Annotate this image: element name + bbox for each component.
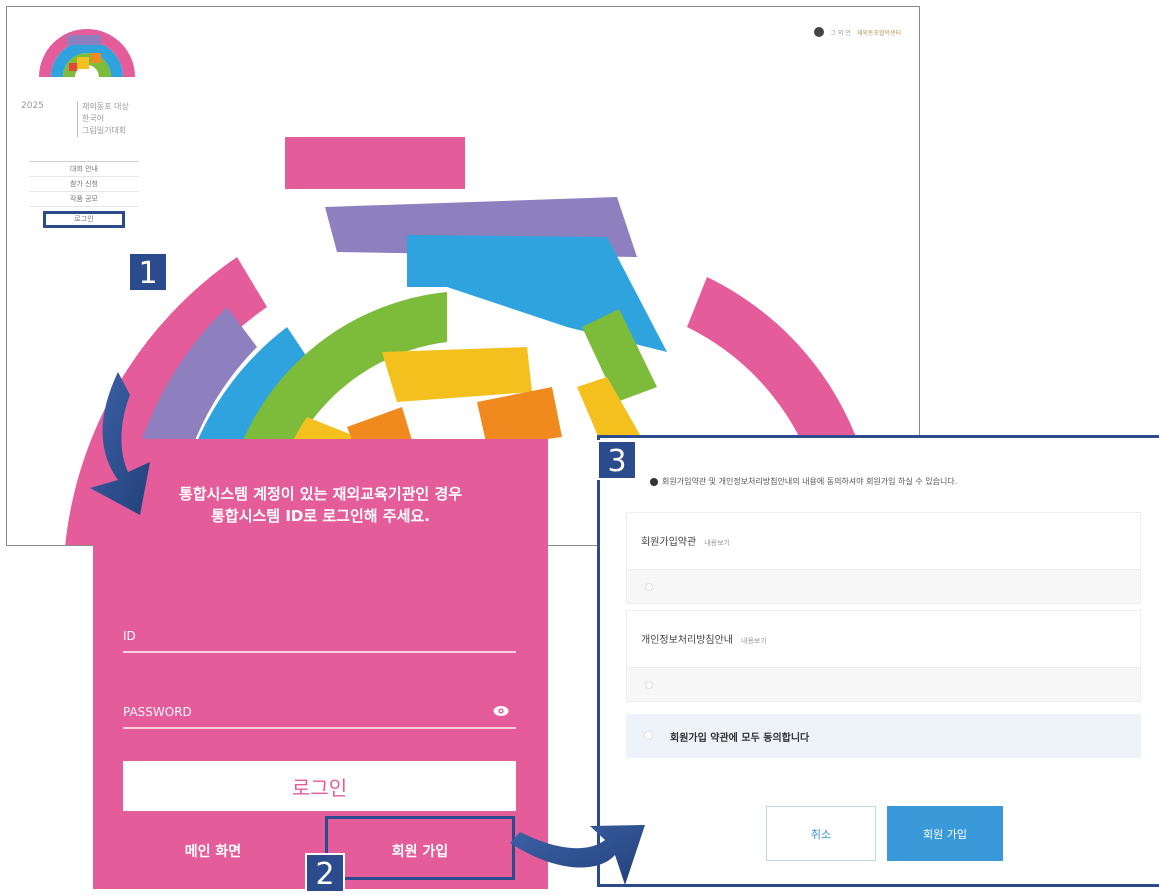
arc-yellow-top bbox=[382, 347, 532, 402]
id-input[interactable] bbox=[123, 621, 516, 653]
terms-checkbox[interactable] bbox=[645, 583, 653, 591]
logo-line: 한국어 bbox=[82, 114, 105, 123]
login-message-line: 통합시스템 ID로 로그인해 주세요. bbox=[211, 507, 430, 525]
nav-item-apply[interactable]: 참가 신청 bbox=[29, 177, 139, 192]
terms-title-text: 회원가입약관 bbox=[641, 537, 697, 548]
signup-notice: 회원가입약관 및 개인정보처리방침안내의 내용에 동의하셔야 회원가입 하실 수… bbox=[650, 476, 957, 487]
header-utilities: 그 외 언 재외동포협력센터 bbox=[814, 27, 901, 37]
login-panel: 통합시스템 계정이 있는 재외교육기관인 경우 통합시스템 ID로 로그인해 주… bbox=[93, 439, 548, 889]
terms-content-area[interactable] bbox=[627, 667, 1140, 701]
terms-title: 개인정보처리방침안내 내용보기 bbox=[641, 631, 767, 646]
view-content-link[interactable]: 내용보기 bbox=[704, 538, 730, 548]
step-badge-2: 2 bbox=[305, 853, 345, 893]
globe-icon[interactable] bbox=[814, 27, 825, 37]
login-message: 통합시스템 계정이 있는 재외교육기관인 경우 통합시스템 ID로 로그인해 주… bbox=[93, 483, 548, 527]
nav-item-login[interactable]: 로그인 bbox=[43, 211, 125, 228]
privacy-checkbox[interactable] bbox=[645, 681, 653, 689]
signup-notice-text: 회원가입약관 및 개인정보처리방침안내의 내용에 동의하셔야 회원가입 하실 수… bbox=[662, 477, 958, 486]
terms-content-area[interactable] bbox=[627, 569, 1140, 603]
logo-mosaic bbox=[39, 29, 135, 77]
nav-item-submit[interactable]: 작품 공모 bbox=[29, 192, 139, 207]
step-badge-1: 1 bbox=[128, 252, 168, 292]
cancel-button[interactable]: 취소 bbox=[766, 806, 876, 861]
privacy-policy-box: 개인정보처리방침안내 내용보기 bbox=[626, 610, 1141, 702]
signup-panel: 회원가입약관 및 개인정보처리방침안내의 내용에 동의하셔야 회원가입 하실 수… bbox=[597, 435, 1159, 887]
agree-all-label: 회원가입 약관에 모두 동의합니다 bbox=[670, 732, 810, 744]
side-navigation: 대회 안내 참가 신청 작품 공모 로그인 bbox=[29, 161, 139, 228]
info-icon bbox=[650, 477, 658, 486]
main-screen-link[interactable]: 메인 화면 bbox=[158, 841, 268, 861]
arc-orange-2 bbox=[477, 387, 562, 447]
logo-year: 2025 bbox=[21, 101, 44, 111]
nav-item-contest-info[interactable]: 대회 안내 bbox=[29, 162, 139, 177]
organization-logo[interactable]: 재외동포협력센터 bbox=[857, 28, 901, 37]
terms-title-text: 개인정보처리방침안내 bbox=[641, 635, 733, 646]
agree-all-checkbox[interactable] bbox=[644, 731, 653, 740]
login-message-line: 통합시스템 계정이 있는 재외교육기관인 경우 bbox=[178, 485, 463, 503]
signup-link[interactable]: 회원 가입 bbox=[325, 841, 515, 861]
agree-all-row[interactable]: 회원가입 약관에 모두 동의합니다 bbox=[626, 714, 1141, 758]
eye-icon[interactable] bbox=[493, 705, 509, 717]
bar-pink-top bbox=[285, 137, 465, 189]
language-selector[interactable]: 그 외 언 bbox=[830, 28, 850, 37]
logo-line: 그림일기대회 bbox=[82, 126, 127, 135]
terms-title: 회원가입약관 내용보기 bbox=[641, 533, 730, 548]
terms-of-service-box: 회원가입약관 내용보기 bbox=[626, 512, 1141, 604]
join-button[interactable]: 회원 가입 bbox=[887, 806, 1003, 861]
logo-line: 재외동포 대상 bbox=[82, 102, 129, 111]
view-content-link[interactable]: 내용보기 bbox=[741, 636, 767, 646]
login-button[interactable]: 로그인 bbox=[123, 761, 516, 811]
logo-title: 재외동포 대상 한국어 그림일기대회 bbox=[77, 101, 129, 137]
password-input[interactable] bbox=[123, 697, 516, 729]
step-badge-3: 3 bbox=[597, 440, 637, 480]
